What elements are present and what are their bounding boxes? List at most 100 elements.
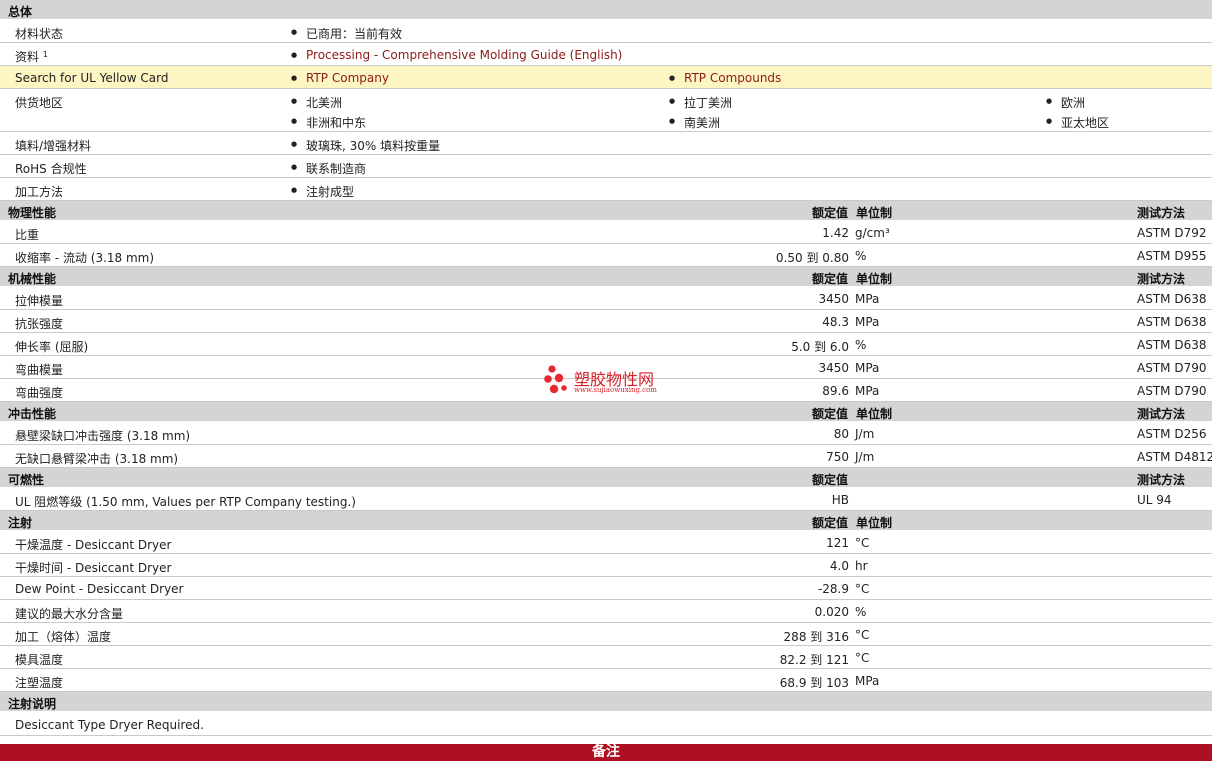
value-column-header: 额定值 <box>811 407 848 421</box>
method-column-header: 测试方法 <box>1137 206 1186 220</box>
property-row: 注塑温度 68.9 到 103 MPa <box>0 669 1212 692</box>
notes-footer-bar[interactable]: 备注 <box>0 744 1212 761</box>
property-value: 750 <box>826 450 849 464</box>
section-header: 冲击性能 额定值 单位制 测试方法 <box>0 402 1212 422</box>
property-row: 伸长率 (屈服) 5.0 到 6.0% ASTM D638 <box>0 333 1212 356</box>
general-item: Processing - Comprehensive Molding Guide… <box>291 48 622 62</box>
section-header-injection-notes: 注射说明 <box>0 692 1212 712</box>
section-title: 注射说明 <box>8 697 57 711</box>
test-method: ASTM D256 <box>1137 427 1207 441</box>
general-item-link[interactable]: RTP Compounds <box>684 71 781 85</box>
general-row-label: 填料/增强材料 <box>15 137 91 154</box>
unit-column-header: 单位制 <box>856 272 893 286</box>
general-row: 填料/增强材料 玻璃珠, 30% 填料按重量 <box>0 132 1212 155</box>
property-value: 0.50 到 0.80 <box>775 251 849 265</box>
property-row: 无缺口悬臂梁冲击 (3.18 mm) 750 J/m ASTM D4812 <box>0 445 1212 468</box>
injection-note-text: Desiccant Type Dryer Required. <box>15 718 204 732</box>
general-row-label: RoHS 合规性 <box>15 160 87 177</box>
property-name: 悬壁梁缺口冲击强度 (3.18 mm) <box>15 429 191 443</box>
general-item-text: 南美洲 <box>684 116 721 130</box>
section-title: 可燃性 <box>8 473 45 487</box>
property-unit: MPa <box>855 384 880 398</box>
property-unit: hr <box>855 559 868 573</box>
general-item: 联系制造商 <box>291 160 367 177</box>
general-item: 北美洲 <box>291 94 342 111</box>
value-column-header: 额定值 <box>811 516 848 530</box>
property-name: 比重 <box>15 228 40 242</box>
general-row: RoHS 合规性 联系制造商 <box>0 155 1212 178</box>
property-unit: MPa <box>855 361 880 375</box>
general-item-text: 非洲和中东 <box>306 116 367 130</box>
property-name: UL 阻燃等级 (1.50 mm, Values per RTP Company… <box>15 495 356 509</box>
unit-column-header: 单位制 <box>856 516 893 530</box>
property-row: 悬壁梁缺口冲击强度 (3.18 mm) 80 J/m ASTM D256 <box>0 422 1212 445</box>
property-value: 48.3 <box>822 315 849 329</box>
test-method: ASTM D4812 <box>1137 450 1212 464</box>
property-unit: °C <box>855 582 870 596</box>
general-row-label-text: 资料 <box>15 50 40 64</box>
general-item-text: 玻璃珠, 30% 填料按重量 <box>306 139 441 153</box>
general-item-link[interactable]: Processing - Comprehensive Molding Guide… <box>306 48 622 62</box>
general-row-label-text: RoHS 合规性 <box>15 162 87 176</box>
property-name: 干燥时间 - Desiccant Dryer <box>15 561 172 575</box>
datasheet: 总体材料状态 已商用：当前有效资料 1 Processing - Comprehen… <box>0 0 1212 736</box>
property-value: 5.0 到 6.0 <box>791 340 849 354</box>
general-item-text: 已商用：当前有效 <box>306 27 403 41</box>
property-value: 68.9 到 103 <box>779 676 849 690</box>
property-value: 3450 <box>818 292 849 306</box>
property-row: 比重 1.42 g/cm³ ASTM D792 <box>0 221 1212 244</box>
method-column-header: 测试方法 <box>1137 407 1186 421</box>
general-item: 玻璃珠, 30% 填料按重量 <box>291 137 441 154</box>
property-row: 加工（熔体）温度 288 到 316 °C <box>0 623 1212 646</box>
general-row-label: Search for UL Yellow Card <box>15 71 168 85</box>
footnote-marker: 1 <box>42 50 48 59</box>
property-name: 加工（熔体）温度 <box>15 630 112 644</box>
test-method: ASTM D638 <box>1137 338 1207 352</box>
general-item: 已商用：当前有效 <box>291 25 403 42</box>
general-row-label: 资料 1 <box>15 48 48 65</box>
general-item: 拉丁美洲 <box>669 94 732 111</box>
unit-column-header: 单位制 <box>856 407 893 421</box>
property-unit: MPa <box>855 315 880 329</box>
property-unit: °C <box>855 536 870 550</box>
property-name: 伸长率 (屈服) <box>15 340 89 354</box>
property-name: 建议的最大水分含量 <box>15 607 124 621</box>
section-header: 机械性能 额定值 单位制 测试方法 <box>0 267 1212 287</box>
property-row: 抗张强度 48.3 MPa ASTM D638 <box>0 310 1212 333</box>
general-item-text: 亚太地区 <box>1061 116 1110 130</box>
property-row: 收缩率 - 流动 (3.18 mm) 0.50 到 0.80% ASTM D955 <box>0 244 1212 267</box>
general-row-label-text: 材料状态 <box>15 27 64 41</box>
general-row-label: 材料状态 <box>15 25 63 42</box>
unit-column-header: 单位制 <box>856 206 893 220</box>
property-name: 收缩率 - 流动 (3.18 mm) <box>15 251 155 265</box>
property-row: 拉伸模量 3450 MPa ASTM D638 <box>0 287 1212 310</box>
property-unit: MPa <box>855 674 880 688</box>
section-header: 可燃性 额定值 测试方法 <box>0 468 1212 488</box>
section-header: 物理性能 额定值 单位制 测试方法 <box>0 201 1212 221</box>
property-value: 82.2 到 121 <box>779 653 849 667</box>
test-method: ASTM D792 <box>1137 226 1207 240</box>
method-column-header: 测试方法 <box>1137 272 1186 286</box>
test-method: ASTM D638 <box>1137 315 1207 329</box>
property-value: 288 到 316 <box>783 630 849 644</box>
general-row: 供货地区 北美洲 拉丁美洲 欧洲非洲和中东 南美洲 亚太地区 <box>0 89 1212 132</box>
general-row-label-text: Search for UL Yellow Card <box>15 71 169 85</box>
property-unit: % <box>855 338 867 352</box>
test-method: ASTM D955 <box>1137 249 1207 263</box>
section-title: 机械性能 <box>8 272 57 286</box>
general-item-text: 联系制造商 <box>306 162 367 176</box>
property-name: 弯曲强度 <box>15 386 64 400</box>
general-row-label: 加工方法 <box>15 183 63 200</box>
general-row: 加工方法 注射成型 <box>0 178 1212 201</box>
property-value: 89.6 <box>822 384 849 398</box>
property-unit: MPa <box>855 292 880 306</box>
property-name: 注塑温度 <box>15 676 64 690</box>
property-unit: % <box>855 605 867 619</box>
general-item: RTP Compounds <box>669 71 781 85</box>
section-title: 注射 <box>8 516 33 530</box>
general-row-label: 供货地区 <box>15 94 63 111</box>
method-column-header: 测试方法 <box>1137 473 1186 487</box>
section-title: 冲击性能 <box>8 407 57 421</box>
general-item-link[interactable]: RTP Company <box>306 71 389 85</box>
test-method: UL 94 <box>1137 493 1172 507</box>
